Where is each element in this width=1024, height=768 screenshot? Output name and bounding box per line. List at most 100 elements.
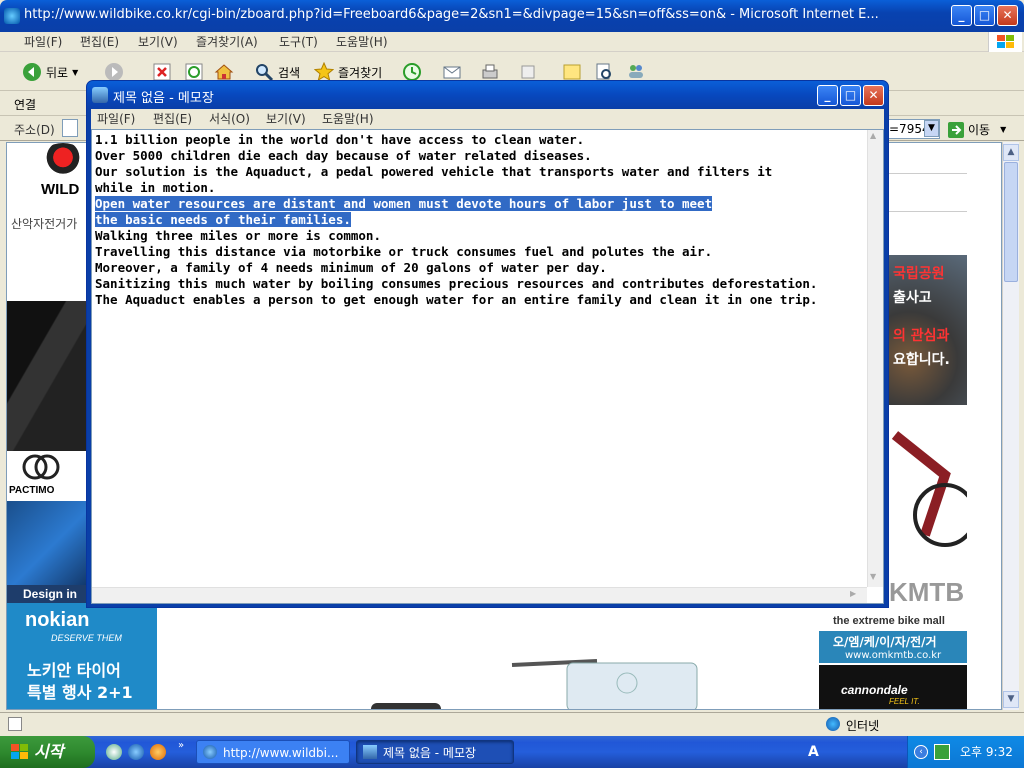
menu-tools[interactable]: 도구(T) (279, 32, 318, 52)
np-menu-view[interactable]: 보기(V) (266, 109, 306, 129)
windows-logo-icon (988, 32, 1022, 52)
clock[interactable]: 오후 9:32 (960, 736, 1013, 768)
quicklaunch-desktop-icon[interactable] (106, 744, 122, 760)
menu-file[interactable]: 파일(F) (24, 32, 62, 52)
start-button[interactable]: 시작 (0, 736, 95, 768)
pactimo-logo-icon (22, 454, 60, 480)
task-notepad-label: 제목 없음 - 메모장 (383, 746, 477, 760)
maximize-button[interactable]: □ (974, 5, 995, 26)
notepad-line[interactable]: Sanitizing this much water by boiling co… (95, 276, 864, 292)
bike-frame-icon (891, 431, 977, 547)
nokian-banner[interactable]: nokian DESERVE THEM 노키안 타이어 특별 행사 2+1 (7, 603, 157, 709)
divider (889, 173, 967, 174)
scroll-up-icon[interactable]: ▲ (1003, 144, 1019, 161)
bike-image[interactable] (885, 415, 977, 565)
notepad-line[interactable]: Open water resources are distant and wom… (95, 196, 864, 212)
nokian-logo: nokian (25, 609, 90, 631)
notepad-line[interactable]: while in motion. (95, 180, 864, 196)
menu-edit[interactable]: 편집(E) (80, 32, 119, 52)
quicklaunch-ie-icon[interactable] (128, 744, 144, 760)
menu-view[interactable]: 보기(V) (138, 32, 178, 52)
notepad-line[interactable]: Travelling this distance via motorbike o… (95, 244, 864, 260)
tray-check-icon[interactable] (934, 744, 950, 760)
page-scrollbar[interactable]: ▲ ▼ (1002, 142, 1019, 710)
notepad-close-button[interactable]: ✕ (863, 85, 884, 106)
np-menu-help[interactable]: 도움말(H) (322, 109, 374, 129)
np-scroll-up-icon[interactable]: ▲ (870, 131, 876, 140)
notepad-hscroll[interactable]: ▶ (92, 587, 867, 603)
wheel-image (371, 703, 441, 709)
quicklaunch-firefox-icon[interactable] (150, 744, 166, 760)
notepad-editor[interactable]: 1.1 billion people in the world don't ha… (91, 129, 884, 604)
notepad-line[interactable]: Our solution is the Aquaduct, a pedal po… (95, 164, 864, 180)
refresh-icon (185, 63, 203, 81)
go-button[interactable]: 이동 ▼ (948, 121, 1006, 138)
page-icon (62, 119, 78, 137)
windows-flag-icon (11, 744, 28, 759)
cannondale-tagline: FEEL IT. (889, 697, 920, 706)
star-icon (314, 62, 334, 82)
notepad-line[interactable]: the basic needs of their families. (95, 212, 864, 228)
back-label: 뒤로 (46, 65, 69, 80)
ie-statusbar: 인터넷 (0, 712, 1024, 736)
np-menu-format[interactable]: 서식(O) (209, 109, 250, 129)
cannondale-banner[interactable]: cannondale FEEL IT. (819, 665, 967, 709)
nokian-line2: 특별 행사 2+1 (27, 683, 133, 702)
ie-title: http://www.wildbike.co.kr/cgi-bin/zboard… (24, 7, 879, 22)
home-icon (214, 64, 234, 80)
aquaduct-vehicle-icon (511, 659, 698, 709)
minimize-button[interactable]: _ (951, 5, 972, 26)
np-scroll-down-icon[interactable]: ▼ (870, 572, 876, 581)
printer-icon (482, 64, 498, 79)
notepad-line[interactable]: Over 5000 children die each day because … (95, 148, 864, 164)
language-indicator[interactable]: A (808, 744, 819, 760)
back-button[interactable]: 뒤로 ▼ (22, 61, 78, 83)
wildbike-logo[interactable] (39, 143, 87, 179)
notepad-titlebar[interactable]: 제목 없음 - 메모장 _ □ ✕ (87, 81, 888, 109)
cannondale-logo: cannondale (841, 683, 908, 697)
side-text: 산악자전거가 (11, 217, 78, 231)
park-line2: 출사고 (893, 290, 932, 306)
close-button[interactable]: ✕ (997, 5, 1018, 26)
quicklaunch-expand-icon[interactable]: » (178, 740, 184, 751)
np-scroll-right-icon[interactable]: ▶ (850, 589, 856, 598)
notepad-maximize-button[interactable]: □ (840, 85, 861, 106)
notepad-text-area[interactable]: 1.1 billion people in the world don't ha… (92, 130, 867, 587)
left-banner-rider-image[interactable] (7, 301, 87, 451)
brand-text: WILD (41, 181, 80, 198)
messenger-icon (629, 65, 643, 78)
globe-icon (826, 717, 840, 731)
menu-help[interactable]: 도움말(H) (336, 32, 388, 52)
omk-url: www.omkmtb.co.kr (845, 650, 942, 661)
park-banner[interactable]: 국립공원 출사고 의 관심과 요합니다. (885, 255, 967, 405)
scroll-thumb[interactable] (1004, 162, 1018, 282)
forward-arrow-icon (105, 63, 123, 81)
np-menu-file[interactable]: 파일(F) (97, 109, 135, 129)
links-label[interactable]: 연결 (14, 96, 36, 113)
task-ie[interactable]: http://www.wildbi... (196, 740, 350, 764)
search-label: 검색 (278, 65, 301, 80)
notepad-line[interactable]: Walking three miles or more is common. (95, 228, 864, 244)
mail-icon (443, 66, 461, 79)
notepad-vscroll[interactable]: ▲ ▼ (867, 130, 883, 587)
notepad-minimize-button[interactable]: _ (817, 85, 838, 106)
np-menu-edit[interactable]: 편집(E) (153, 109, 192, 129)
notepad-line[interactable]: The Aquaduct enables a person to get eno… (95, 292, 864, 308)
favorites-label: 즐겨찾기 (338, 65, 383, 80)
notepad-line[interactable]: 1.1 billion people in the world don't ha… (95, 132, 864, 148)
notepad-window: 제목 없음 - 메모장 _ □ ✕ 파일(F) 편집(E) 서식(O) 보기(V… (86, 80, 889, 608)
edit-icon (521, 65, 535, 79)
go-chevron-icon[interactable]: ▼ (1000, 125, 1006, 134)
address-dropdown-icon[interactable]: ▼ (924, 120, 939, 137)
back-dropdown-icon[interactable]: ▼ (72, 68, 78, 77)
menu-favorites[interactable]: 즐겨찾기(A) (196, 32, 258, 52)
notepad-line[interactable]: Moreover, a family of 4 needs minimum of… (95, 260, 864, 276)
scroll-down-icon[interactable]: ▼ (1003, 691, 1019, 708)
history-icon (403, 63, 421, 81)
ie-menubar: 파일(F) 편집(E) 보기(V) 즐겨찾기(A) 도구(T) 도움말(H) (0, 32, 1024, 52)
ie-titlebar[interactable]: http://www.wildbike.co.kr/cgi-bin/zboard… (0, 0, 1024, 32)
tray-expand-icon[interactable]: ‹ (914, 745, 928, 759)
task-notepad[interactable]: 제목 없음 - 메모장 (356, 740, 514, 764)
pactimo-banner[interactable]: PACTIMO (7, 451, 87, 501)
task-notepad-icon (363, 745, 377, 759)
